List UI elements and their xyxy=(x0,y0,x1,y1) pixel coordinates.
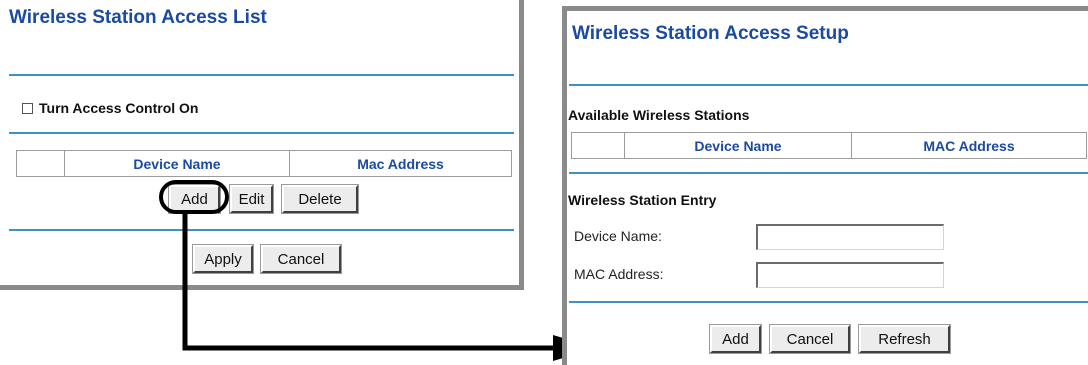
divider xyxy=(569,172,1088,174)
mac-address-field[interactable] xyxy=(756,262,944,288)
cancel-button[interactable]: Cancel xyxy=(770,325,850,353)
divider xyxy=(569,301,1088,303)
available-stations-heading: Available Wireless Stations xyxy=(568,107,750,123)
setup-page-title: Wireless Station Access Setup xyxy=(572,23,849,44)
refresh-button[interactable]: Refresh xyxy=(859,325,950,353)
table-header-mac-address: MAC Address xyxy=(851,132,1087,159)
device-name-field[interactable] xyxy=(756,224,944,250)
divider xyxy=(569,84,1088,86)
table-header-select xyxy=(571,132,625,159)
wireless-station-access-setup-panel: Wireless Station Access Setup Available … xyxy=(562,6,1088,365)
station-entry-heading: Wireless Station Entry xyxy=(568,192,717,208)
table-header-device-name: Device Name xyxy=(624,132,852,159)
available-stations-table: Device Name MAC Address xyxy=(571,132,1087,159)
add-button[interactable]: Add xyxy=(710,325,761,353)
mac-address-label: MAC Address: xyxy=(574,266,664,282)
table-header-row: Device Name MAC Address xyxy=(571,132,1087,159)
device-name-label: Device Name: xyxy=(574,228,662,244)
